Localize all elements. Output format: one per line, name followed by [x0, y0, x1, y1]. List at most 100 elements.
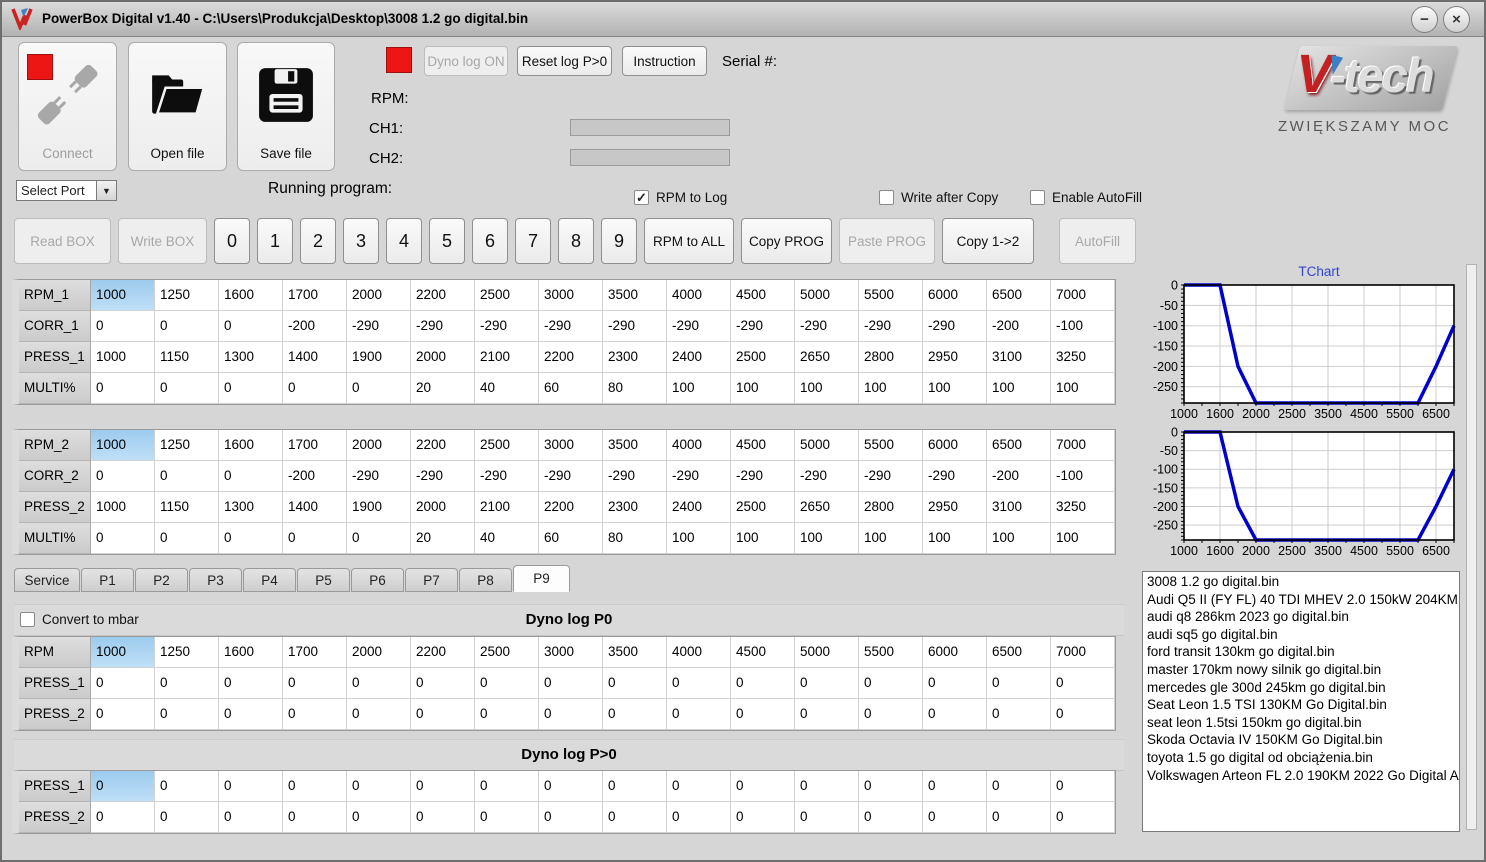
cell[interactable]: 1700	[283, 430, 347, 461]
cell[interactable]: 4000	[667, 430, 731, 461]
cell[interactable]: 2200	[411, 280, 475, 311]
cell[interactable]: 1150	[155, 492, 219, 523]
cell[interactable]: 0	[91, 373, 155, 404]
file-list-item[interactable]: audi q8 286km 2023 go digital.bin	[1143, 608, 1459, 626]
cell[interactable]: 2000	[411, 342, 475, 373]
checkbox-box[interactable]	[879, 190, 894, 205]
cell[interactable]: 0	[923, 668, 987, 699]
cell[interactable]: -290	[795, 311, 859, 342]
cell[interactable]: 0	[411, 699, 475, 730]
cell[interactable]: 1000	[91, 492, 155, 523]
cell[interactable]: 0	[283, 373, 347, 404]
cell[interactable]: 0	[91, 802, 155, 833]
cell[interactable]: 0	[731, 771, 795, 802]
cell[interactable]: 1700	[283, 637, 347, 668]
cell[interactable]: 0	[475, 668, 539, 699]
file-list-item[interactable]: seat leon 1.5tsi 150km go digital.bin	[1143, 714, 1459, 732]
file-list-item[interactable]: mercedes gle 300d 245km go digital.bin	[1143, 679, 1459, 697]
cell[interactable]: 1400	[283, 492, 347, 523]
digit-button-6[interactable]: 6	[472, 218, 508, 264]
file-list-item[interactable]: Audi Q5 II (FY FL) 40 TDI MHEV 2.0 150kW…	[1143, 591, 1459, 609]
cell[interactable]: -200	[283, 311, 347, 342]
cell[interactable]: 0	[731, 699, 795, 730]
cell[interactable]: 0	[475, 771, 539, 802]
cell[interactable]: -290	[731, 461, 795, 492]
cell[interactable]: 100	[1051, 373, 1115, 404]
cell[interactable]: 0	[667, 802, 731, 833]
cell[interactable]: 5500	[859, 280, 923, 311]
cell[interactable]: 1900	[347, 342, 411, 373]
cell[interactable]: 0	[347, 802, 411, 833]
cell[interactable]: 0	[347, 771, 411, 802]
cell[interactable]: 0	[347, 668, 411, 699]
cell[interactable]: 0	[603, 699, 667, 730]
cell[interactable]: 3100	[987, 492, 1051, 523]
cell[interactable]: 6500	[987, 280, 1051, 311]
cell[interactable]: 0	[795, 771, 859, 802]
reset-log-button[interactable]: Reset log P>0	[517, 46, 612, 76]
cell[interactable]: 100	[987, 373, 1051, 404]
cell[interactable]: 0	[155, 311, 219, 342]
cell[interactable]: 4500	[731, 430, 795, 461]
cell[interactable]: -290	[859, 461, 923, 492]
cell[interactable]: 0	[283, 523, 347, 554]
paste-prog-button[interactable]: Paste PROG	[839, 218, 935, 264]
cell[interactable]: 0	[219, 311, 283, 342]
cell[interactable]: 2650	[795, 342, 859, 373]
file-list-item[interactable]: audi sq5 go digital.bin	[1143, 626, 1459, 644]
cell[interactable]: -290	[411, 461, 475, 492]
checkbox-box[interactable]: ✓	[634, 190, 649, 205]
cell[interactable]: 0	[155, 668, 219, 699]
cell[interactable]: -290	[603, 461, 667, 492]
cell[interactable]: 0	[539, 668, 603, 699]
cell[interactable]: -290	[475, 311, 539, 342]
cell[interactable]: 20	[411, 373, 475, 404]
cell[interactable]: 3250	[1051, 342, 1115, 373]
cell[interactable]: 0	[155, 771, 219, 802]
cell[interactable]: 2300	[603, 492, 667, 523]
cell[interactable]: 2500	[475, 430, 539, 461]
cell[interactable]: 100	[667, 373, 731, 404]
cell[interactable]: 0	[411, 668, 475, 699]
cell[interactable]: 2200	[411, 430, 475, 461]
cell[interactable]: 1000	[91, 342, 155, 373]
cell[interactable]: 7000	[1051, 430, 1115, 461]
cell[interactable]: -290	[475, 461, 539, 492]
file-list-item[interactable]: Skoda Octavia IV 150KM Go Digital.bin	[1143, 731, 1459, 749]
cell[interactable]: 2100	[475, 492, 539, 523]
cell[interactable]: 1300	[219, 492, 283, 523]
cell[interactable]: 2400	[667, 342, 731, 373]
cell[interactable]: 80	[603, 523, 667, 554]
cell[interactable]: 0	[283, 802, 347, 833]
cell[interactable]: 0	[923, 699, 987, 730]
rpm-to-log-checkbox[interactable]: ✓ RPM to Log	[634, 190, 727, 205]
cell[interactable]: 100	[667, 523, 731, 554]
cell[interactable]: 5500	[859, 637, 923, 668]
cell[interactable]: 1000	[91, 430, 155, 461]
cell[interactable]: 3500	[603, 430, 667, 461]
cell[interactable]: 100	[859, 373, 923, 404]
cell[interactable]: 2000	[347, 430, 411, 461]
cell[interactable]: -290	[667, 311, 731, 342]
cell[interactable]: -290	[923, 311, 987, 342]
cell[interactable]: 2500	[475, 280, 539, 311]
cell[interactable]: -200	[283, 461, 347, 492]
cell[interactable]: 100	[731, 373, 795, 404]
tab-p1[interactable]: P1	[81, 568, 134, 592]
cell[interactable]: 1900	[347, 492, 411, 523]
enable-autofill-checkbox[interactable]: Enable AutoFill	[1030, 190, 1142, 205]
cell[interactable]: 100	[731, 523, 795, 554]
cell[interactable]: 0	[155, 699, 219, 730]
digit-button-2[interactable]: 2	[300, 218, 336, 264]
cell[interactable]: 0	[795, 802, 859, 833]
cell[interactable]: 2500	[731, 492, 795, 523]
right-panel-scrollbar[interactable]	[1466, 264, 1477, 830]
cell[interactable]: 0	[603, 802, 667, 833]
cell[interactable]: 0	[219, 668, 283, 699]
cell[interactable]: -290	[859, 311, 923, 342]
cell[interactable]: 5000	[795, 430, 859, 461]
cell[interactable]: 0	[987, 699, 1051, 730]
cell[interactable]: 2200	[539, 492, 603, 523]
cell[interactable]: 4000	[667, 637, 731, 668]
cell[interactable]: -290	[795, 461, 859, 492]
